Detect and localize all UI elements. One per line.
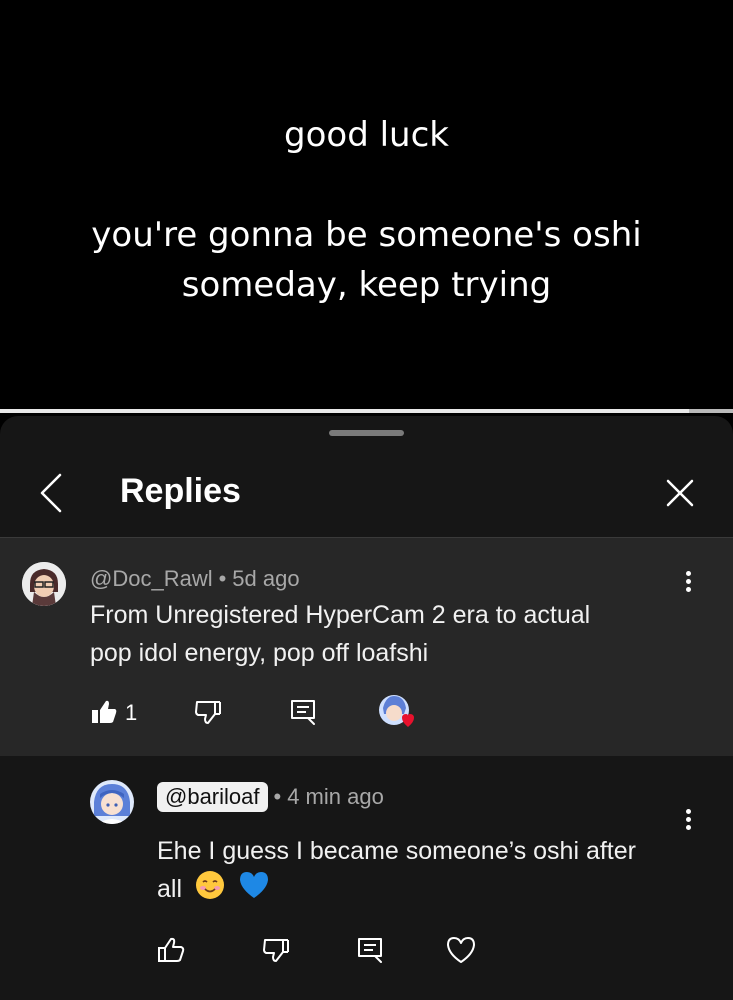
comment-icon [291,700,315,725]
comment-meta: @Doc_Rawl • 5d ago [90,566,300,592]
comment-text: Ehe I guess I became someone’s oshi afte… [157,832,636,911]
thumbs-down-icon [263,939,289,962]
thumbs-up-filled-icon [92,700,117,723]
like-button[interactable] [90,698,118,731]
sheet-title: Replies [120,472,241,510]
comment-author[interactable]: @Doc_Rawl [90,566,213,591]
kebab-dot [685,579,691,584]
parent-comment: @Doc_Rawl • 5d ago From Unregistered Hyper… [0,538,733,756]
heart-button[interactable] [445,935,477,970]
reply-button[interactable] [289,698,317,731]
like-count: 1 [125,700,138,725]
progress-fill [0,409,690,413]
drag-handle[interactable] [329,430,404,436]
comment-text-line: pop idol energy, pop off loafshi [90,639,429,667]
close-icon [666,479,694,507]
comment-text-line: all [157,870,636,911]
thumbs-up-icon [158,937,185,962]
kebab-dot [685,825,691,830]
smiling-face-icon [195,870,225,911]
kebab-dot [685,817,691,822]
back-button[interactable] [34,471,74,515]
comment-text: From Unregistered HyperCam 2 era to actu… [90,596,590,672]
dislike-button[interactable] [262,936,290,969]
comment-time: 5d ago [232,566,300,591]
reply-comment: @bariloaf • 4 min ago Ehe I guess I became… [0,756,733,1000]
replies-sheet: Replies @Doc_Rawl•5d ago From Unregist [0,416,733,1000]
comment-time: 4 min ago [287,784,384,809]
separator: • [218,566,227,591]
more-options-button[interactable] [678,806,698,836]
comment-icon [358,938,382,963]
avatar[interactable] [90,780,134,824]
avatar[interactable] [22,562,66,606]
like-button[interactable] [157,936,185,969]
kebab-dot [685,809,691,814]
blue-heart-icon [238,870,270,911]
reply-button[interactable] [356,936,384,969]
comment-text-line: Ehe I guess I became someone’s oshi afte… [157,837,636,865]
thumbs-down-icon [195,701,221,724]
creator-author-chip[interactable]: @bariloaf [157,782,268,812]
heart-outline-icon [447,937,475,963]
kebab-dot [685,571,691,576]
dislike-button[interactable] [194,698,222,731]
comment-text-line: From Unregistered HyperCam 2 era to actu… [90,601,591,629]
comment-text-segment: all [157,875,183,904]
creator-heart-avatar-icon [379,695,414,727]
separator: • [273,784,282,809]
caption-line: you're gonna be someone's oshi [91,215,642,255]
video-player[interactable]: good luck you're gonna be someone's oshi… [0,0,733,410]
creator-heart [378,694,418,737]
comment-meta: @bariloaf • 4 min ago [157,782,384,812]
kebab-dot [685,587,691,592]
video-progress-bar[interactable] [0,409,733,413]
caption-line: good luck [284,115,449,155]
more-options-button[interactable] [678,568,698,598]
caption-line: you're gonna be someone's oshi someday, … [0,210,733,310]
chevron-left-icon [40,473,62,513]
caption-line: someday, keep trying [181,265,552,305]
close-button[interactable] [660,473,700,513]
